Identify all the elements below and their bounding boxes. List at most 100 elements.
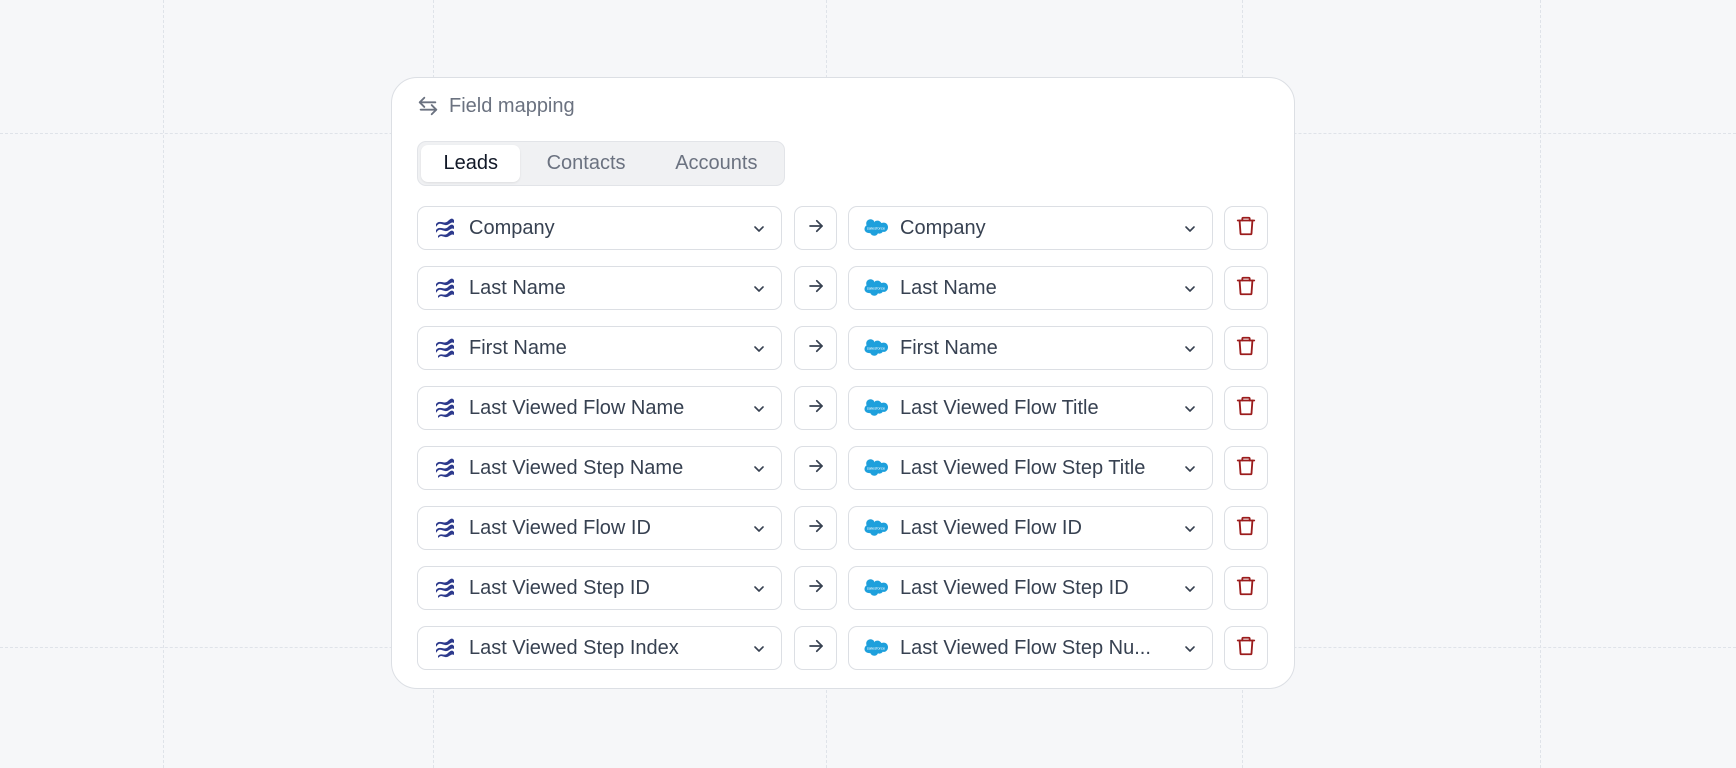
delete-mapping-button[interactable] [1224, 206, 1268, 250]
grid-line [163, 0, 164, 768]
map-direction-button[interactable] [794, 386, 837, 430]
svg-text:salesforce: salesforce [867, 226, 886, 231]
target-field-label: Last Viewed Flow Title [900, 396, 1099, 419]
target-field-label: Last Viewed Flow Step Nu... [900, 636, 1151, 659]
svg-text:salesforce: salesforce [867, 286, 886, 291]
mapping-row: Last Viewed Flow ID salesforce Last View… [417, 506, 1277, 550]
card-header: Field mapping [417, 92, 575, 120]
delete-mapping-button[interactable] [1224, 446, 1268, 490]
salesforce-cloud-icon: salesforce [864, 637, 888, 659]
source-app-logo-icon [433, 577, 457, 599]
source-field-label: Last Viewed Flow Name [469, 396, 685, 419]
trash-icon [1235, 215, 1257, 242]
source-field-select[interactable]: Last Viewed Step ID [417, 566, 782, 610]
arrow-right-icon [807, 277, 825, 300]
target-field-select[interactable]: salesforce Last Viewed Flow ID [848, 506, 1213, 550]
source-field-label: Last Viewed Step Name [469, 456, 684, 479]
map-direction-button[interactable] [794, 326, 837, 370]
target-field-select[interactable]: salesforce Last Viewed Flow Step ID [848, 566, 1213, 610]
mapping-row: First Name salesforce First Name [417, 326, 1277, 370]
card-title: Field mapping [449, 94, 575, 117]
target-field-label: Last Viewed Flow Step ID [900, 576, 1129, 599]
map-direction-button[interactable] [794, 446, 837, 490]
source-app-logo-icon [433, 217, 457, 239]
chevron-down-icon [751, 341, 767, 362]
trash-icon [1235, 275, 1257, 302]
source-field-label: First Name [469, 336, 567, 359]
chevron-down-icon [751, 221, 767, 242]
source-field-select[interactable]: Company [417, 206, 782, 250]
target-field-select[interactable]: salesforce Last Viewed Flow Step Title [848, 446, 1213, 490]
chevron-down-icon [1182, 641, 1198, 662]
mapping-row: Last Viewed Flow Name salesforce Last Vi… [417, 386, 1277, 430]
trash-icon [1235, 635, 1257, 662]
source-field-label: Last Viewed Flow ID [469, 516, 651, 539]
source-field-label: Last Viewed Step ID [469, 576, 650, 599]
delete-mapping-button[interactable] [1224, 266, 1268, 310]
svg-text:salesforce: salesforce [867, 646, 886, 651]
target-field-label: Last Viewed Flow Step Title [900, 456, 1146, 479]
trash-icon [1235, 395, 1257, 422]
svg-text:salesforce: salesforce [867, 346, 886, 351]
trash-icon [1235, 575, 1257, 602]
chevron-down-icon [751, 281, 767, 302]
source-app-logo-icon [433, 517, 457, 539]
arrow-right-icon [807, 637, 825, 660]
target-field-label: Company [900, 216, 986, 239]
source-field-select[interactable]: Last Viewed Flow ID [417, 506, 782, 550]
source-field-select[interactable]: Last Viewed Step Name [417, 446, 782, 490]
tab-leads[interactable]: Leads [421, 145, 521, 182]
salesforce-cloud-icon: salesforce [864, 337, 888, 359]
svg-text:salesforce: salesforce [867, 466, 886, 471]
chevron-down-icon [751, 521, 767, 542]
delete-mapping-button[interactable] [1224, 626, 1268, 670]
delete-mapping-button[interactable] [1224, 506, 1268, 550]
target-field-select[interactable]: salesforce First Name [848, 326, 1213, 370]
chevron-down-icon [1182, 341, 1198, 362]
source-field-select[interactable]: First Name [417, 326, 782, 370]
trash-icon [1235, 335, 1257, 362]
svg-text:salesforce: salesforce [867, 526, 886, 531]
chevron-down-icon [751, 641, 767, 662]
source-app-logo-icon [433, 637, 457, 659]
delete-mapping-button[interactable] [1224, 386, 1268, 430]
salesforce-cloud-icon: salesforce [864, 577, 888, 599]
mapping-row: Last Viewed Step Index salesforce Last V… [417, 626, 1277, 670]
source-field-label: Last Viewed Step Index [469, 636, 679, 659]
field-mapping-card: Field mapping Leads Contacts Accounts Co… [391, 77, 1295, 689]
source-field-select[interactable]: Last Viewed Flow Name [417, 386, 782, 430]
grid-line [1540, 0, 1541, 768]
source-app-logo-icon [433, 337, 457, 359]
delete-mapping-button[interactable] [1224, 326, 1268, 370]
source-app-logo-icon [433, 457, 457, 479]
arrow-right-icon [807, 397, 825, 420]
chevron-down-icon [1182, 461, 1198, 482]
salesforce-cloud-icon: salesforce [864, 457, 888, 479]
map-direction-button[interactable] [794, 206, 837, 250]
source-app-logo-icon [433, 277, 457, 299]
source-field-select[interactable]: Last Name [417, 266, 782, 310]
tab-accounts[interactable]: Accounts [652, 145, 781, 182]
delete-mapping-button[interactable] [1224, 566, 1268, 610]
object-tabs: Leads Contacts Accounts [417, 141, 785, 186]
map-direction-button[interactable] [794, 566, 837, 610]
target-field-select[interactable]: salesforce Last Viewed Flow Title [848, 386, 1213, 430]
tab-contacts[interactable]: Contacts [520, 145, 651, 182]
map-direction-button[interactable] [794, 506, 837, 550]
target-field-select[interactable]: salesforce Company [848, 206, 1213, 250]
target-field-label: Last Viewed Flow ID [900, 516, 1082, 539]
arrow-right-icon [807, 577, 825, 600]
swap-arrows-icon [417, 95, 439, 117]
source-field-select[interactable]: Last Viewed Step Index [417, 626, 782, 670]
target-field-label: First Name [900, 336, 998, 359]
target-field-select[interactable]: salesforce Last Viewed Flow Step Nu... [848, 626, 1213, 670]
salesforce-cloud-icon: salesforce [864, 277, 888, 299]
map-direction-button[interactable] [794, 266, 837, 310]
salesforce-cloud-icon: salesforce [864, 397, 888, 419]
mapping-row: Company salesforce Company [417, 206, 1277, 250]
arrow-right-icon [807, 517, 825, 540]
mapping-row: Last Viewed Step Name salesforce Last Vi… [417, 446, 1277, 490]
chevron-down-icon [751, 581, 767, 602]
target-field-select[interactable]: salesforce Last Name [848, 266, 1213, 310]
map-direction-button[interactable] [794, 626, 837, 670]
